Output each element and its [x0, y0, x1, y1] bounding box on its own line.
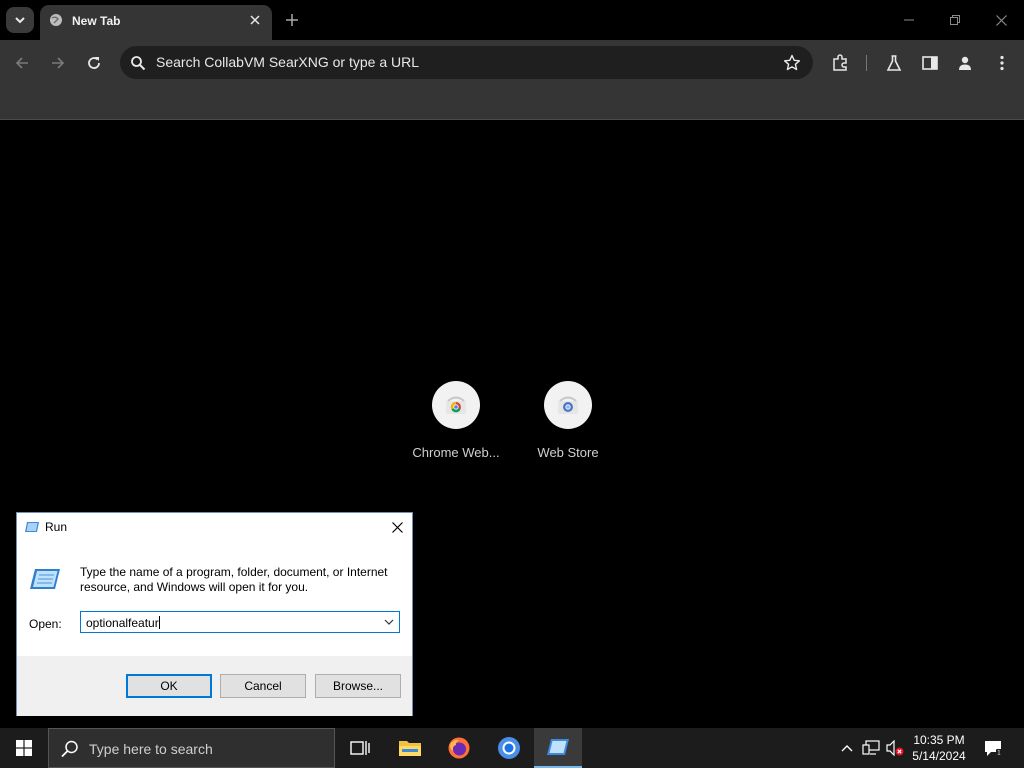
shortcut-icon-circle — [544, 381, 592, 429]
plus-icon — [286, 14, 298, 26]
taskbar-clock[interactable]: 10:35 PM 5/14/2024 — [906, 732, 972, 764]
clock-date: 5/14/2024 — [912, 749, 966, 763]
side-panel-icon — [922, 56, 938, 70]
search-icon — [131, 56, 146, 71]
minimize-button[interactable] — [894, 6, 924, 34]
notification-icon: 1 — [985, 741, 1002, 757]
network-button[interactable] — [862, 739, 880, 757]
tab-new-tab[interactable]: New Tab — [40, 5, 272, 40]
close-icon — [995, 14, 1007, 26]
profile-icon — [959, 56, 971, 70]
chrome-web-store-icon — [446, 396, 466, 414]
shortcut-label: Web Store — [537, 445, 599, 460]
volume-muted-icon — [886, 740, 904, 756]
kebab-menu-icon — [1000, 55, 1004, 71]
browser-toolbar: Search CollabVM SearXNG or type a URL — [0, 40, 1024, 86]
browse-button[interactable]: Browse... — [315, 674, 401, 698]
windows-logo-icon — [16, 740, 32, 756]
open-label: Open: — [29, 617, 62, 631]
search-icon — [61, 740, 78, 758]
shortcut-label: Chrome Web... — [412, 445, 500, 460]
taskbar-search-box[interactable]: Type here to search — [48, 728, 335, 768]
shortcut-icon-circle — [432, 381, 480, 429]
chevron-down-icon — [15, 17, 25, 24]
task-view-icon — [350, 741, 370, 755]
network-icon — [862, 740, 880, 755]
file-explorer-icon — [399, 741, 421, 756]
run-taskbar-button[interactable] — [534, 728, 582, 768]
restore-icon — [950, 15, 960, 25]
taskbar: Type here to search 10:35 PM 5/14/2024 1 — [0, 728, 1024, 768]
run-dialog-footer: OK Cancel Browse... — [17, 656, 412, 716]
flask-icon — [886, 55, 902, 71]
run-dialog-description: Type the name of a program, folder, docu… — [80, 565, 388, 594]
firefox-button[interactable] — [435, 728, 483, 768]
close-window-button[interactable] — [986, 6, 1016, 34]
open-combobox[interactable]: optionalfeatur — [80, 611, 400, 633]
tab-search-button[interactable] — [6, 7, 34, 33]
globe-icon — [50, 14, 62, 26]
reload-icon — [88, 57, 100, 69]
side-panel-button[interactable] — [916, 49, 944, 77]
tab-title: New Tab — [72, 14, 121, 28]
start-button[interactable] — [0, 728, 48, 768]
minimize-icon — [904, 19, 914, 21]
extensions-button[interactable] — [826, 49, 854, 77]
ok-button[interactable]: OK — [126, 674, 212, 698]
volume-button[interactable] — [886, 739, 904, 757]
chevron-up-icon — [841, 745, 853, 752]
profile-button[interactable] — [951, 49, 979, 77]
shortcut-chrome-web-store[interactable]: Chrome Web... — [400, 381, 512, 471]
reload-button[interactable] — [80, 49, 108, 77]
tab-strip: New Tab — [0, 0, 1024, 40]
toolbar-divider — [866, 55, 867, 71]
back-button[interactable] — [8, 49, 36, 77]
arrow-left-icon — [15, 57, 28, 69]
bookmarks-bar — [0, 86, 1024, 120]
open-input-value[interactable]: optionalfeatur — [86, 616, 160, 630]
firefox-icon — [448, 737, 470, 759]
run-dialog: Run Type the name of a program, folder, … — [16, 512, 413, 716]
file-explorer-button[interactable] — [386, 728, 434, 768]
run-dialog-titlebar[interactable]: Run — [17, 513, 412, 541]
new-tab-button[interactable] — [280, 8, 304, 32]
arrow-right-icon — [52, 57, 65, 69]
menu-button[interactable] — [988, 49, 1016, 77]
taskbar-search-placeholder: Type here to search — [89, 741, 213, 757]
close-icon — [250, 15, 260, 25]
tab-close-button[interactable] — [246, 11, 264, 29]
chrome-button[interactable] — [485, 728, 533, 768]
open-input-text: optionalfeatur — [86, 616, 159, 630]
run-program-icon — [30, 569, 60, 589]
show-hidden-icons-button[interactable] — [838, 739, 856, 757]
cancel-button[interactable]: Cancel — [220, 674, 306, 698]
address-bar[interactable]: Search CollabVM SearXNG or type a URL — [120, 46, 813, 79]
run-icon — [25, 522, 39, 532]
restore-button[interactable] — [940, 6, 970, 34]
bookmark-star-icon[interactable] — [783, 54, 801, 72]
text-caret — [158, 616, 160, 629]
shortcut-web-store[interactable]: Web Store — [512, 381, 624, 471]
task-view-button[interactable] — [336, 728, 384, 768]
close-button[interactable] — [388, 518, 406, 536]
action-center-button[interactable]: 1 — [984, 739, 1002, 757]
run-dialog-title: Run — [45, 520, 68, 534]
labs-button[interactable] — [880, 49, 908, 77]
forward-button[interactable] — [44, 49, 72, 77]
chrome-icon — [498, 737, 520, 759]
address-bar-placeholder: Search CollabVM SearXNG or type a URL — [156, 54, 419, 70]
chevron-down-icon[interactable] — [383, 616, 395, 628]
clock-time: 10:35 PM — [913, 733, 965, 747]
puzzle-icon — [833, 54, 847, 71]
web-store-icon — [558, 396, 578, 414]
close-icon — [391, 521, 403, 533]
run-icon — [547, 739, 569, 755]
